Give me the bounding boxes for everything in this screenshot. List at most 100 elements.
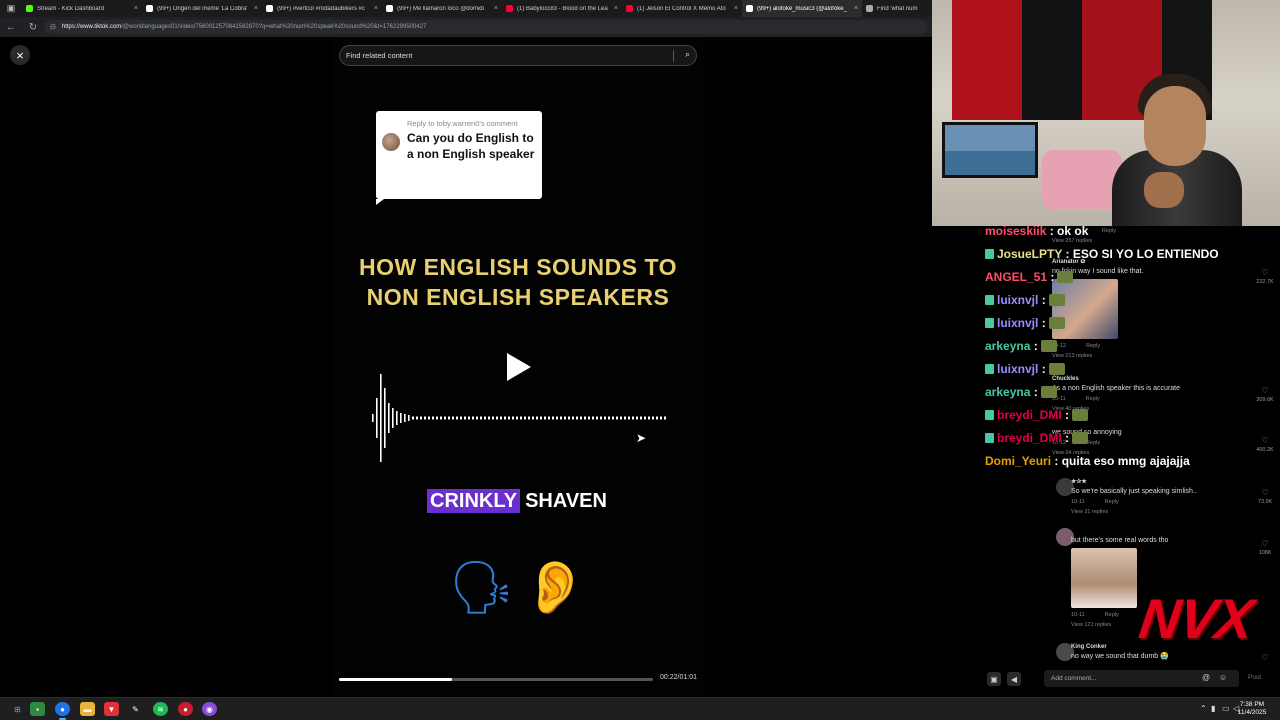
comment-like[interactable]: ♡ 108K xyxy=(1250,539,1280,556)
chat-badge-icon xyxy=(985,318,994,328)
heart-icon[interactable]: ♡ xyxy=(1261,488,1268,497)
comment-text: As a non English speaker this is accurat… xyxy=(1052,385,1181,392)
background-pillows xyxy=(1042,150,1122,210)
heart-icon[interactable]: ♡ xyxy=(1261,436,1268,445)
comment-like[interactable]: ♡ 222.7K xyxy=(1250,268,1280,285)
like-count: 309.6K xyxy=(1256,397,1274,403)
chat-username[interactable]: luixnvjl xyxy=(997,362,1038,376)
video-player[interactable]: Find related content ⌕ Reply to toby.war… xyxy=(332,37,704,697)
reply-link[interactable]: Reply xyxy=(1086,343,1100,349)
pen-app-icon[interactable]: ✎ xyxy=(128,702,143,716)
obs-app-icon[interactable]: ● xyxy=(178,702,193,716)
chat-text: : quita eso mmg ajajajja xyxy=(1054,454,1190,468)
caption-word: SHAVEN xyxy=(525,490,607,512)
tab-label: (99+) #vertcol #rodadaubikers #c xyxy=(277,5,365,12)
chat-username[interactable]: luixnvjl xyxy=(997,293,1038,307)
browser-tab[interactable]: (99+) Me llamaron loco @domidi × xyxy=(382,0,502,17)
browser-tab[interactable]: Find 'what num xyxy=(862,0,932,17)
view-replies-link[interactable]: View 21 replies xyxy=(1071,509,1271,515)
waveform-bar xyxy=(544,416,546,420)
reply-link[interactable]: Reply xyxy=(1105,612,1119,618)
heart-icon[interactable]: ♡ xyxy=(1261,653,1268,662)
heart-icon[interactable]: ♡ xyxy=(1261,539,1268,548)
tab-label: (1) Jeison El Control X Memo Ato xyxy=(637,5,726,12)
system-clock[interactable]: 7:38 PM 11/4/2025 xyxy=(1228,701,1276,717)
close-viewer-button[interactable]: × xyxy=(10,45,30,65)
heart-icon[interactable]: ♡ xyxy=(1261,386,1268,395)
reply-link[interactable]: Reply xyxy=(1102,228,1116,234)
heart-icon[interactable]: ♡ xyxy=(1261,268,1268,277)
waveform-bar xyxy=(604,416,606,420)
chat-username[interactable]: luixnvjl xyxy=(997,316,1038,330)
comment-like[interactable]: ♡ 309.6K xyxy=(1250,386,1280,403)
start-windows-icon[interactable]: ⊞ xyxy=(10,702,25,716)
waveform-bar xyxy=(432,416,434,420)
reload-icon[interactable]: ↻ xyxy=(22,17,44,37)
tab-close-icon[interactable]: × xyxy=(854,5,858,12)
browser-tab[interactable]: (1) Jeison El Control X Memo Ato × xyxy=(622,0,742,17)
media-app-icon[interactable]: ▼ xyxy=(104,702,119,716)
terminal-app-icon[interactable]: ▪ xyxy=(30,702,45,716)
waveform-bar xyxy=(476,416,478,420)
chat-username[interactable]: breydi_DMI xyxy=(997,431,1062,445)
microphone-icon[interactable]: ▮ xyxy=(1211,704,1215,713)
waveform-bar xyxy=(416,416,418,420)
comment-like[interactable]: ♡ 73.9K xyxy=(1250,488,1280,505)
tab-close-icon[interactable]: × xyxy=(734,5,738,12)
discord-app-icon[interactable]: ◉ xyxy=(202,702,217,716)
tab-favicon-icon xyxy=(746,5,753,12)
tab-close-icon[interactable]: × xyxy=(134,5,138,12)
gift-icon[interactable]: ▣ xyxy=(987,672,1001,686)
chat-username[interactable]: ANGEL_51 xyxy=(985,270,1047,284)
chat-emote-icon xyxy=(1057,271,1074,283)
view-replies-link[interactable]: View 213 replies xyxy=(1052,353,1252,359)
browser-tab[interactable]: (99+) Origen del meme 'La Cobra' × xyxy=(142,0,262,17)
browser-tab[interactable]: Stream - Kick Dashboard × xyxy=(22,0,142,17)
mention-icon[interactable]: @ xyxy=(1202,673,1210,682)
add-comment-input[interactable]: Add comment... @ ☺ xyxy=(1044,670,1239,687)
site-info-icon[interactable]: ⊟ xyxy=(50,23,56,31)
chat-username[interactable]: JosueLPTY xyxy=(997,247,1062,261)
chat-username[interactable]: moiseskiik xyxy=(985,226,1046,238)
video-progress-bar[interactable] xyxy=(339,678,653,681)
chat-badge-icon xyxy=(985,410,994,420)
emoji-icon[interactable]: ☺ xyxy=(1219,673,1227,682)
comment-like[interactable]: ♡ 400.2K xyxy=(1250,436,1280,453)
browser-tab[interactable]: (99+) #vertcol #rodadaubikers #c × xyxy=(262,0,382,17)
comment-username[interactable]: ★✰★ xyxy=(1071,478,1271,485)
comment-like[interactable]: ♡ xyxy=(1250,653,1280,662)
url-field[interactable]: ⊟ https://www.tiktok.com /@worldlanguage… xyxy=(44,20,928,34)
tab-close-icon[interactable]: × xyxy=(494,5,498,12)
waveform-bar xyxy=(524,416,526,420)
spotify-app-icon[interactable]: ≋ xyxy=(153,702,168,716)
chat-username[interactable]: arkeyna xyxy=(985,339,1030,353)
post-button[interactable]: Post xyxy=(1248,674,1261,681)
volume-icon[interactable]: ◀ xyxy=(1007,672,1021,686)
chat-username[interactable]: arkeyna xyxy=(985,385,1030,399)
waveform-bar xyxy=(396,411,398,425)
chat-username[interactable]: Domi_Yeuri xyxy=(985,454,1051,468)
tab-close-icon[interactable]: × xyxy=(374,5,378,12)
chrome-app-icon[interactable]: ● xyxy=(55,702,70,720)
reply-link[interactable]: Reply xyxy=(1105,499,1119,505)
waveform-bar xyxy=(492,416,494,420)
view-replies-link[interactable]: View 257 replies xyxy=(1052,238,1252,244)
file-explorer-icon[interactable]: ▬ xyxy=(80,702,95,716)
waveform-bar xyxy=(380,374,382,462)
chat-username[interactable]: breydi_DMI xyxy=(997,408,1062,422)
browser-tab[interactable]: (99+) alofoke_music3 (@alofoke_ × xyxy=(742,0,862,17)
reply-link[interactable]: Reply xyxy=(1086,440,1100,446)
tab-close-icon[interactable]: × xyxy=(614,5,618,12)
back-arrow-icon[interactable]: ← xyxy=(0,17,22,37)
tray-chevron-icon[interactable]: ⌃ xyxy=(1200,704,1207,713)
tab-label: (1) Babylocc83 - Blood on the Lea xyxy=(517,5,608,12)
find-related-search-input[interactable]: Find related content ⌕ xyxy=(339,45,697,66)
mouse-pointer-icon: ➤ xyxy=(636,431,647,445)
comment-username[interactable]: Chuckles xyxy=(1052,376,1252,382)
search-icon[interactable]: ⌕ xyxy=(685,49,690,60)
reply-link[interactable]: Reply xyxy=(1086,396,1100,402)
waveform-bar xyxy=(448,416,450,420)
window-menu-icon[interactable]: ▣ xyxy=(0,0,22,17)
browser-tab[interactable]: (1) Babylocc83 - Blood on the Lea × xyxy=(502,0,622,17)
tab-close-icon[interactable]: × xyxy=(254,5,258,12)
